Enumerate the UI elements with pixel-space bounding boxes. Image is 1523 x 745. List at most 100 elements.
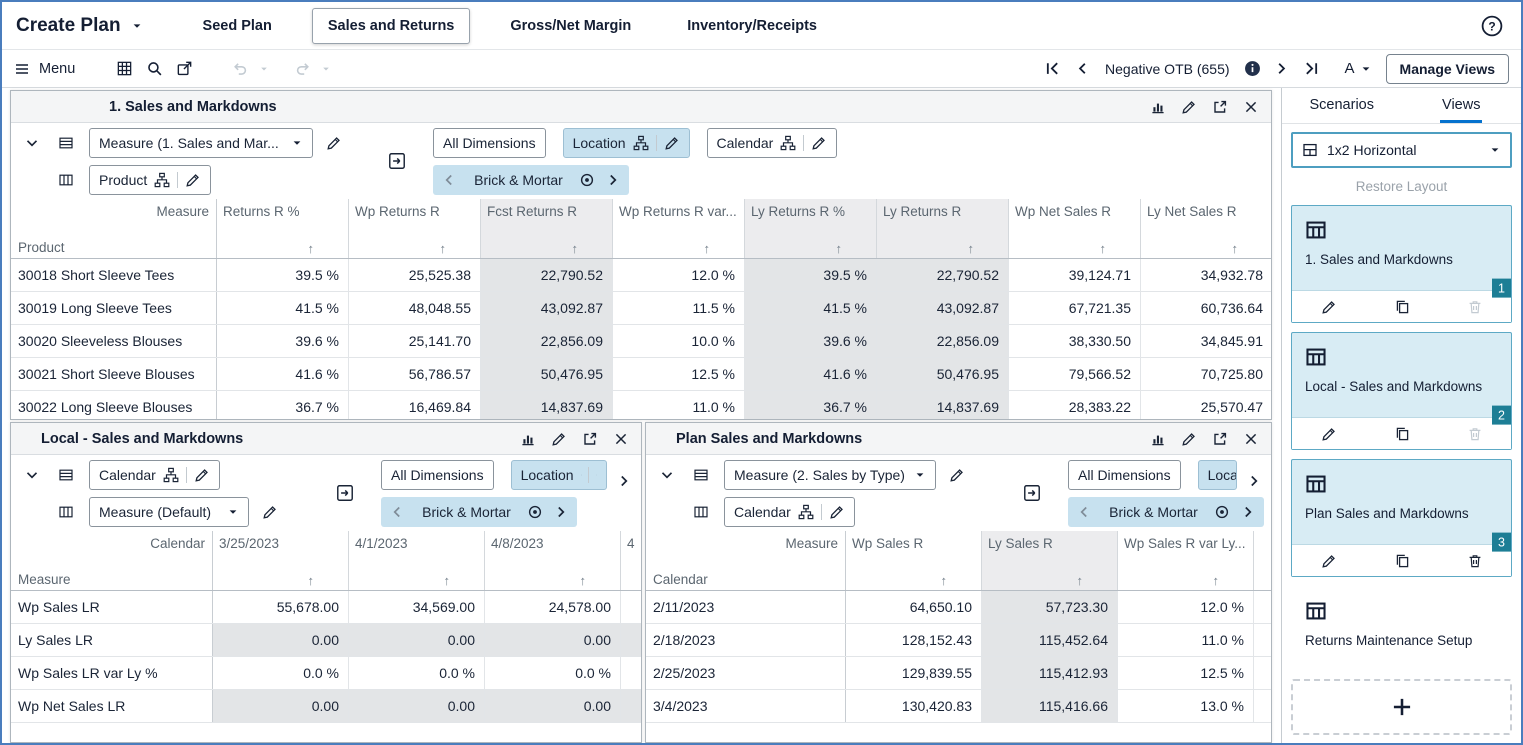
find-button[interactable] xyxy=(139,54,169,84)
next-page-button[interactable] xyxy=(604,169,622,191)
table-cell[interactable]: 55,678.00 xyxy=(213,591,349,623)
edit-view-button[interactable] xyxy=(1314,421,1344,447)
table-cell[interactable]: 11.0 % xyxy=(1118,624,1254,656)
edit-measures-button[interactable] xyxy=(321,130,347,156)
next-page-button[interactable] xyxy=(552,501,570,523)
first-alert-button[interactable] xyxy=(1037,54,1067,84)
sort-ascending-icon[interactable]: ↑ xyxy=(1100,242,1135,255)
table-cell[interactable]: 22,856.09 xyxy=(877,325,1009,357)
table-cell[interactable]: 64,650.10 xyxy=(846,591,982,623)
chart-view-button[interactable] xyxy=(1144,94,1172,120)
row-header[interactable]: 30018 Short Sleeve Tees xyxy=(11,259,217,291)
menu-button[interactable]: Menu xyxy=(14,61,75,77)
table-cell[interactable]: 0.00 xyxy=(485,690,621,722)
overflow-dimensions-button[interactable] xyxy=(612,468,636,494)
close-view-button[interactable] xyxy=(607,426,635,452)
table-cell[interactable]: 34,569.00 xyxy=(349,591,485,623)
column-header[interactable]: 4↑ xyxy=(621,531,641,590)
table-cell[interactable]: 0.0 % xyxy=(485,657,621,689)
table-cell[interactable]: 36.7 % xyxy=(745,391,877,419)
table-cell[interactable]: 12.5 % xyxy=(613,358,745,390)
delete-view-button[interactable] xyxy=(1460,294,1490,320)
table-cell[interactable]: 34,932.78 xyxy=(1141,259,1271,291)
table-cell[interactable]: 60,736.64 xyxy=(1141,292,1271,324)
all-dimensions-button[interactable]: All Dimensions xyxy=(381,459,494,490)
sort-ascending-icon[interactable]: ↑ xyxy=(580,574,615,587)
sort-ascending-icon[interactable]: ↑ xyxy=(1077,574,1112,587)
format-button[interactable] xyxy=(109,54,139,84)
table-cell[interactable]: 39.5 % xyxy=(745,259,877,291)
edit-view-button[interactable] xyxy=(545,426,573,452)
table-cell[interactable]: 0.00 xyxy=(349,624,485,656)
edit-view-button[interactable] xyxy=(1314,548,1344,574)
view-card-returns-maintenance-setup[interactable]: Returns Maintenance Setup xyxy=(1291,586,1512,668)
previous-page-button[interactable] xyxy=(1075,501,1093,523)
collapse-controls-button[interactable] xyxy=(21,130,43,156)
table-cell[interactable]: 0.00 xyxy=(349,690,485,722)
sort-ascending-icon[interactable]: ↑ xyxy=(1232,242,1267,255)
column-header[interactable]: Wp Sales R ↑ xyxy=(846,531,982,590)
sort-ascending-icon[interactable]: ↑ xyxy=(1213,574,1248,587)
table-cell[interactable]: 67,721.35 xyxy=(1009,292,1141,324)
table-cell[interactable]: 0.0 % xyxy=(349,657,485,689)
maximize-view-button[interactable] xyxy=(1206,94,1234,120)
edit-view-button[interactable] xyxy=(1314,294,1344,320)
table-cell[interactable]: 57,723.30 xyxy=(982,591,1118,623)
table-cell[interactable]: 14,837.69 xyxy=(877,391,1009,419)
table-cell[interactable]: 28,383.22 xyxy=(1009,391,1141,419)
collapse-controls-button[interactable] xyxy=(656,462,678,488)
column-header[interactable]: Wp Sales R var Ly... ↑ xyxy=(1118,531,1254,590)
column-header[interactable]: Fcst Returns R ↑ xyxy=(481,199,613,258)
table-cell[interactable] xyxy=(621,591,641,623)
column-header[interactable]: Wp Net Sales R ↑ xyxy=(1009,199,1141,258)
next-page-button[interactable] xyxy=(1239,501,1257,523)
duplicate-view-button[interactable] xyxy=(1387,421,1417,447)
collapse-controls-button[interactable] xyxy=(21,462,43,488)
manage-views-button[interactable]: Manage Views xyxy=(1385,53,1509,84)
sort-ascending-icon[interactable]: ↑ xyxy=(968,242,1003,255)
table-cell[interactable]: 13.0 % xyxy=(1118,690,1254,722)
table-cell[interactable]: 10.0 % xyxy=(613,325,745,357)
column-header[interactable]: 3/25/2023 ↑ xyxy=(213,531,349,590)
sort-ascending-icon[interactable]: ↑ xyxy=(308,242,343,255)
duplicate-view-button[interactable] xyxy=(1387,548,1417,574)
table-cell[interactable]: 25,525.38 xyxy=(349,259,481,291)
redo-options-button[interactable] xyxy=(317,54,335,84)
table-cell[interactable]: 14,837.69 xyxy=(481,391,613,419)
row-header[interactable]: 2/11/2023 xyxy=(646,591,846,623)
sort-ascending-icon[interactable]: ↑ xyxy=(704,242,739,255)
calendar-dimension-button[interactable]: Calendar xyxy=(724,496,855,527)
column-header[interactable]: Ly Returns R ↑ xyxy=(877,199,1009,258)
tab-gross-net-margin[interactable]: Gross/Net Margin xyxy=(494,8,647,44)
sort-ascending-icon[interactable]: ↑ xyxy=(308,574,343,587)
tab-inventory-receipts[interactable]: Inventory/Receipts xyxy=(671,8,833,44)
row-header[interactable]: 2/25/2023 xyxy=(646,657,846,689)
location-dimension-button[interactable]: Location xyxy=(1197,459,1237,490)
view-card-plan-sales-and-markdowns[interactable]: Plan Sales and Markdowns 3 xyxy=(1291,459,1512,577)
table-cell[interactable]: 48,048.55 xyxy=(349,292,481,324)
table-cell[interactable]: 11.5 % xyxy=(613,292,745,324)
table-cell[interactable]: 25,141.70 xyxy=(349,325,481,357)
location-dimension-button[interactable]: Location xyxy=(510,459,607,490)
table-cell[interactable]: 115,412.93 xyxy=(982,657,1118,689)
table-cell[interactable]: 115,416.66 xyxy=(982,690,1118,722)
tab-seed-plan[interactable]: Seed Plan xyxy=(187,8,288,44)
row-header[interactable]: Wp Sales LR var Ly % xyxy=(11,657,213,689)
view-card-local-sales-and-markdowns[interactable]: Local - Sales and Markdowns 2 xyxy=(1291,332,1512,450)
column-header[interactable]: Ly Returns R % ↑ xyxy=(745,199,877,258)
tab-scenarios[interactable]: Scenarios xyxy=(1282,88,1402,123)
edit-measures-button[interactable] xyxy=(944,462,970,488)
undo-button[interactable] xyxy=(225,54,255,84)
column-header[interactable]: 4/8/2023 ↑ xyxy=(485,531,621,590)
column-header[interactable]: 4/1/2023 ↑ xyxy=(349,531,485,590)
previous-page-button[interactable] xyxy=(440,169,458,191)
table-cell[interactable]: 12.0 % xyxy=(613,259,745,291)
column-header[interactable]: Ly Sales R ↑ xyxy=(982,531,1118,590)
calendar-dimension-button[interactable]: Calendar xyxy=(706,127,838,158)
rows-measure-dropdown[interactable]: Measure (2. Sales by Type) xyxy=(724,459,936,490)
table-cell[interactable]: 0.0 % xyxy=(213,657,349,689)
page-edge-icon[interactable] xyxy=(335,483,355,503)
sort-ascending-icon[interactable]: ↑ xyxy=(836,242,871,255)
table-cell[interactable]: 41.5 % xyxy=(745,292,877,324)
product-dimension-button[interactable]: Product xyxy=(89,164,212,195)
